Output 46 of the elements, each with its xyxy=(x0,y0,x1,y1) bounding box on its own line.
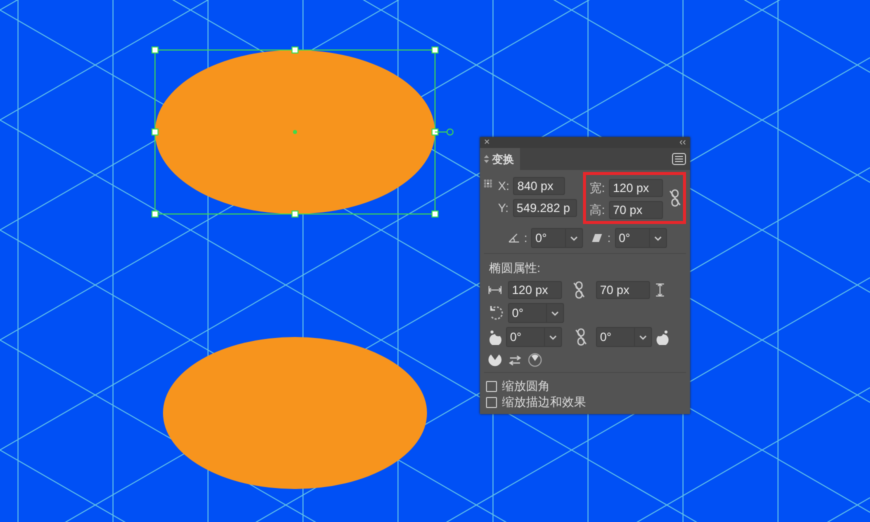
colon-label: : xyxy=(524,231,528,245)
collapse-button[interactable]: ‹‹ xyxy=(679,137,686,148)
corner-shape-icon[interactable] xyxy=(656,330,670,344)
expand-arrows-icon xyxy=(484,155,489,163)
shear-dropdown[interactable]: 0° xyxy=(614,228,667,248)
angle-icon xyxy=(508,233,520,243)
caret-icon xyxy=(570,236,578,240)
checkbox[interactable] xyxy=(486,380,497,392)
unlinked-chain-icon[interactable] xyxy=(575,328,587,346)
panel-tab[interactable]: 变换 xyxy=(480,148,520,170)
y-field[interactable]: 549.282 p xyxy=(512,199,577,217)
height-arrows-icon xyxy=(656,283,664,297)
height-label: 高: xyxy=(590,202,605,218)
corner-dropdown[interactable]: 0° xyxy=(506,327,562,347)
rotation-dropdown[interactable]: 0° xyxy=(508,303,564,323)
checkbox-label[interactable]: 缩放圆角 xyxy=(502,378,550,394)
menu-icon[interactable] xyxy=(672,153,686,165)
caret-icon xyxy=(639,334,647,340)
angle-dropdown[interactable]: 0° xyxy=(531,228,584,248)
swap-arrows-icon[interactable] xyxy=(509,354,521,366)
width-label: 宽: xyxy=(590,180,605,196)
height-field[interactable]: 70 px xyxy=(609,201,663,219)
pie-outline-icon[interactable] xyxy=(528,353,542,367)
unlinked-chain-icon[interactable] xyxy=(573,281,585,299)
unlinked-chain-icon[interactable] xyxy=(669,189,681,207)
y-label: Y: xyxy=(498,201,509,215)
shear-icon xyxy=(591,233,604,243)
caret-icon xyxy=(654,236,662,240)
width-field[interactable]: 120 px xyxy=(508,281,562,299)
caret-icon xyxy=(551,310,559,316)
corner-dropdown[interactable]: 0° xyxy=(596,327,652,347)
corner-shape-icon[interactable] xyxy=(488,330,502,344)
checkbox[interactable] xyxy=(486,396,497,408)
pie-icon[interactable] xyxy=(488,353,502,367)
width-arrows-icon xyxy=(488,286,502,294)
caret-icon xyxy=(549,334,557,340)
width-field[interactable]: 120 px xyxy=(609,179,663,197)
colon-label: : xyxy=(607,231,611,245)
checkbox-label[interactable]: 缩放描边和效果 xyxy=(502,394,586,410)
section-title: 椭圆属性: xyxy=(488,260,542,277)
rotate-icon xyxy=(488,305,504,321)
x-field[interactable]: 840 px xyxy=(513,177,566,195)
ellipse-shape[interactable] xyxy=(163,337,427,489)
height-field[interactable]: 70 px xyxy=(596,281,650,299)
x-label: X: xyxy=(498,179,510,193)
close-button[interactable]: × xyxy=(484,137,490,148)
